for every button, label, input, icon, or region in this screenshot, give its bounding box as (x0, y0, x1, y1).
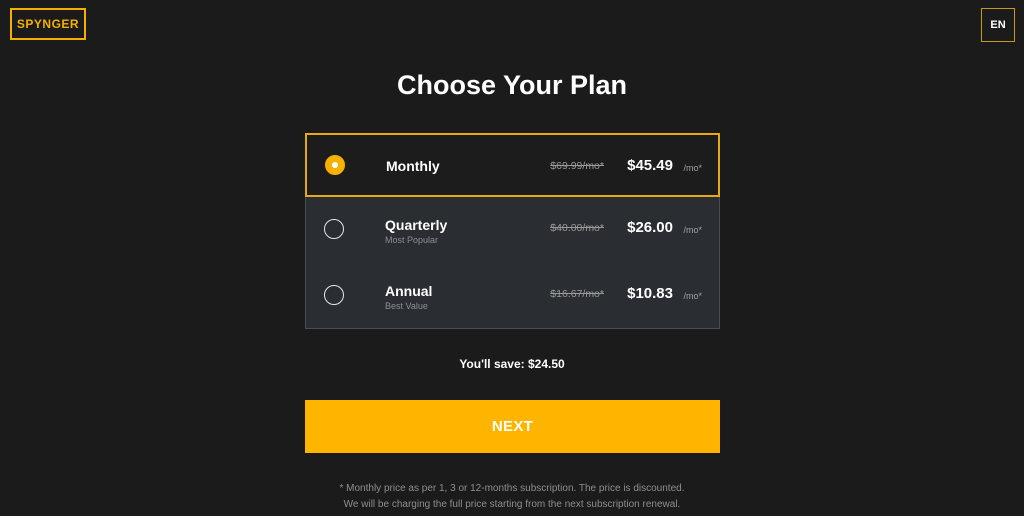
pricing-page: SPYNGER EN Choose Your Plan Monthly $69.… (0, 0, 1024, 516)
plan-price-unit: /mo* (683, 163, 702, 173)
plan-old-price: $69.99/mo* (550, 160, 604, 172)
footnote-line: * Monthly price as per 1, 3 or 12-months… (339, 483, 685, 494)
savings-text: You'll save: $24.50 (459, 357, 565, 371)
plan-price: $10.83 (627, 285, 673, 302)
radio-selected-icon[interactable] (325, 155, 345, 175)
plan-price: $26.00 (627, 219, 673, 236)
radio-unselected-icon[interactable] (324, 285, 344, 305)
plan-option-annual[interactable]: Annual Best Value $16.67/mo* $10.83 /mo* (305, 263, 720, 329)
radio-unselected-icon[interactable] (324, 219, 344, 239)
plan-name: Quarterly (385, 217, 448, 233)
plan-name: Monthly (386, 158, 440, 174)
page-title: Choose Your Plan (396, 70, 628, 100)
plan-list: Monthly $69.99/mo* $45.49 /mo* Quarterly… (305, 133, 720, 329)
language-selector[interactable]: EN (981, 8, 1015, 42)
plan-price: $45.49 (627, 157, 673, 174)
plan-name: Annual (385, 283, 433, 299)
plan-badge-text: Best Value (385, 301, 428, 311)
spynger-logo[interactable]: SPYNGER (10, 8, 86, 40)
plan-old-price: $40.00/mo* (550, 222, 604, 234)
plan-old-price: $16.67/mo* (550, 288, 604, 300)
footnote: * Monthly price as per 1, 3 or 12-months… (0, 481, 1024, 513)
plan-badge-text: Most Popular (385, 235, 439, 245)
plan-option-quarterly[interactable]: Quarterly Most Popular $40.00/mo* $26.00… (305, 197, 720, 263)
next-button[interactable]: NEXT (305, 400, 720, 453)
footnote-line: We will be charging the full price start… (343, 499, 681, 510)
plan-price-unit: /mo* (683, 225, 702, 235)
plan-option-monthly[interactable]: Monthly $69.99/mo* $45.49 /mo* (305, 133, 720, 197)
plan-price-unit: /mo* (683, 291, 702, 301)
